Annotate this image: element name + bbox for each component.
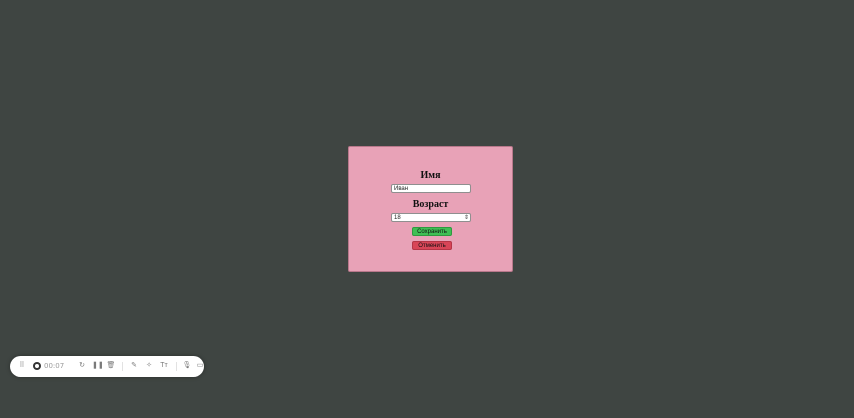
age-input[interactable]: 18 ⇕	[391, 213, 471, 222]
microphone-icon[interactable]: 🎙	[182, 361, 192, 371]
age-label: Возраст	[412, 199, 449, 210]
toolbar-divider	[122, 362, 123, 371]
spinner-icon[interactable]: ⇕	[464, 214, 469, 221]
toolbar-divider	[176, 362, 177, 371]
recording-toolbar: ⠿ 00:07 ↻ ❚❚ 🗑 ✎ ✧ Tт 🎙 ▭	[10, 356, 204, 377]
restart-icon[interactable]: ↻	[77, 361, 87, 371]
age-input-value: 18	[394, 215, 401, 221]
pen-icon[interactable]: ✎	[129, 361, 139, 371]
delete-icon[interactable]: 🗑	[106, 361, 116, 371]
camera-icon[interactable]: ▭	[195, 361, 205, 371]
person-form-dialog: Имя Иван Возраст 18 ⇕ Сохранить Отменить	[348, 146, 513, 272]
record-icon[interactable]	[33, 362, 41, 370]
save-button[interactable]: Сохранить	[412, 227, 452, 236]
pause-icon[interactable]: ❚❚	[92, 361, 104, 371]
cancel-button[interactable]: Отменить	[412, 241, 452, 250]
name-input[interactable]: Иван	[391, 184, 471, 193]
name-input-value: Иван	[394, 186, 409, 192]
drag-handle-icon[interactable]: ⠿	[18, 361, 26, 371]
recording-timer: 00:07	[44, 362, 65, 370]
effects-icon[interactable]: ✧	[144, 361, 154, 371]
name-label: Имя	[420, 170, 441, 181]
text-icon[interactable]: Tт	[158, 361, 170, 371]
